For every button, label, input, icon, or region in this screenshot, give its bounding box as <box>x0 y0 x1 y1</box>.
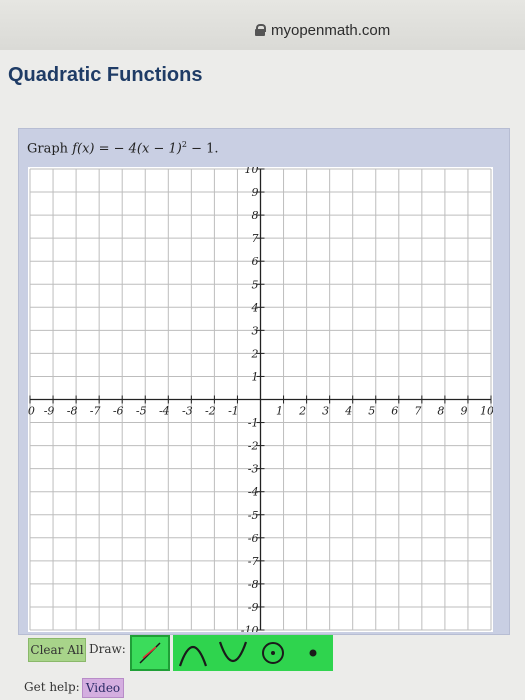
y-tick-label: 5 <box>252 278 259 291</box>
x-tick-label: -8 <box>67 405 78 418</box>
y-tick-label: -6 <box>248 532 259 545</box>
x-tick-label: 5 <box>368 405 375 418</box>
x-tick-label: -1 <box>228 405 239 418</box>
y-tick-label: 2 <box>251 347 259 360</box>
draw-label: Draw: <box>89 642 126 656</box>
y-tick-label: 10 <box>245 167 259 176</box>
video-help-button[interactable]: Video <box>82 678 124 698</box>
point-tool-button[interactable] <box>293 635 333 671</box>
y-tick-label: -4 <box>248 486 259 499</box>
y-tick-label: 1 <box>252 370 259 383</box>
page-title: Quadratic Functions <box>8 64 203 86</box>
x-tick-label: 6 <box>391 405 398 418</box>
y-tick-label: -7 <box>248 555 259 568</box>
graph-canvas[interactable]: -10 -9 -8 -7 -6 -5 -4 -3 -2 -1 1 2 3 4 5 6 7 8 9 10 10 9 8 7 6 5 4… <box>28 167 493 632</box>
y-tick-label: 8 <box>252 209 259 222</box>
browser-address-bar[interactable]: myopenmath.com <box>0 0 525 50</box>
x-tick-label: -2 <box>205 405 216 418</box>
x-tick-label: 9 <box>460 405 467 418</box>
question-prefix: Graph <box>27 141 73 157</box>
y-tick-label: -5 <box>248 509 259 522</box>
question-text: Graph f(x) = − 4(x − 1)2 − 1. <box>27 140 219 156</box>
url-text: myopenmath.com <box>271 21 391 39</box>
x-tick-label: -6 <box>113 405 124 418</box>
x-tick-label: -4 <box>159 405 170 418</box>
x-tick-label: 10 <box>480 405 493 418</box>
x-tick-label: 7 <box>414 405 421 418</box>
circle-tool-icon <box>262 642 284 664</box>
x-tick-label: -7 <box>90 405 101 418</box>
x-tick-label: -10 <box>28 405 35 418</box>
circle-tool-button[interactable] <box>253 635 293 671</box>
y-tick-label: -9 <box>248 601 259 614</box>
lock-icon <box>255 24 266 36</box>
parabola-down-tool-button[interactable] <box>173 635 213 671</box>
x-tick-label: 3 <box>322 405 329 418</box>
line-tool-icon <box>139 642 161 664</box>
question-suffix: − 1. <box>186 141 219 157</box>
question-function: f(x) = − 4(x − 1) <box>72 141 182 157</box>
y-tick-label: 6 <box>252 255 259 268</box>
y-tick-label: 9 <box>252 186 259 199</box>
y-tick-label: -1 <box>248 417 259 430</box>
x-tick-label: 8 <box>437 405 444 418</box>
coordinate-grid[interactable]: -10 -9 -8 -7 -6 -5 -4 -3 -2 -1 1 2 3 4 5 6 7 8 9 10 10 9 8 7 6 5 4… <box>28 167 493 632</box>
x-tick-label: 1 <box>276 405 283 418</box>
parabola-up-tool-button[interactable] <box>213 635 253 671</box>
line-tool-button[interactable] <box>130 635 170 671</box>
point-tool-icon <box>309 649 317 657</box>
x-tick-label: -5 <box>136 405 147 418</box>
parabola-up-tool-icon <box>218 641 248 663</box>
url-display[interactable]: myopenmath.com <box>255 19 390 41</box>
x-tick-label: 4 <box>344 405 352 418</box>
y-tick-label: 7 <box>252 232 259 245</box>
x-tick-label: -3 <box>182 405 193 418</box>
y-tick-label: 3 <box>252 324 259 337</box>
y-tick-label: 4 <box>251 301 259 314</box>
parabola-down-tool-icon <box>178 645 208 667</box>
y-tick-label: -3 <box>248 463 259 476</box>
clear-all-button[interactable]: Clear All <box>28 638 86 662</box>
y-tick-label: -10 <box>241 624 259 632</box>
y-tick-label: -8 <box>248 578 259 591</box>
help-label: Get help: <box>24 680 80 694</box>
x-tick-label: 2 <box>298 405 306 418</box>
y-tick-label: -2 <box>248 440 259 453</box>
x-tick-label: -9 <box>44 405 55 418</box>
